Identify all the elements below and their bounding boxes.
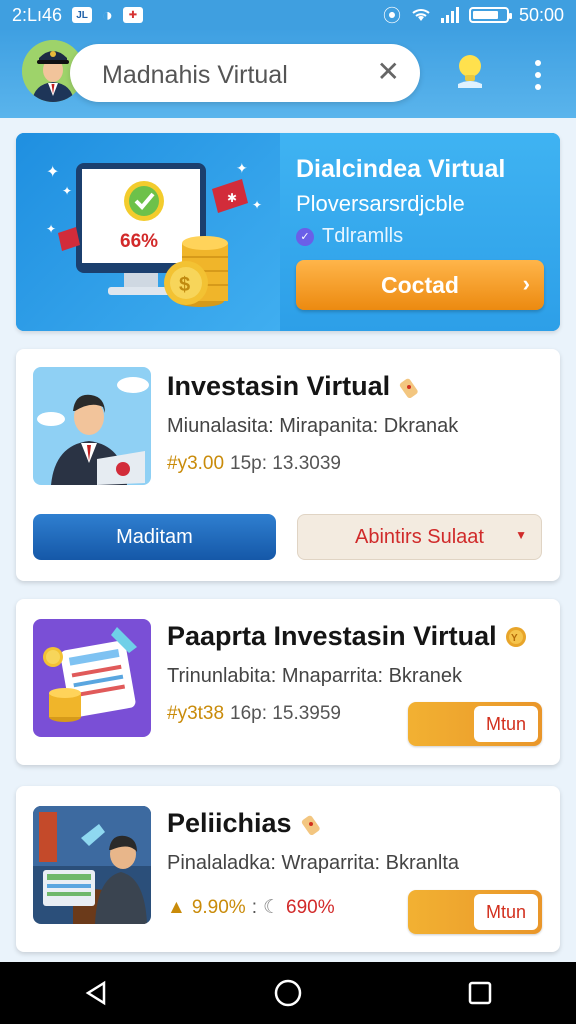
- card-image-trader: [33, 806, 151, 924]
- svg-text:✦: ✦: [62, 184, 72, 198]
- wifi-icon: [412, 9, 430, 21]
- close-icon[interactable]: ✕: [377, 58, 400, 86]
- svg-text:✦: ✦: [46, 164, 59, 181]
- card-stats: ▲ 9.90% : ☾ 690%: [167, 896, 335, 919]
- card-stats: #y3.00 15p: 13.3039: [167, 453, 341, 475]
- card-action-button[interactable]: Mtun: [408, 702, 542, 746]
- search-input[interactable]: Madnahis Virtual: [102, 61, 288, 90]
- card-stat-separator: :: [251, 896, 257, 918]
- back-button[interactable]: [76, 973, 116, 1013]
- card-description: Trinunlabita: Mnaparrita: Bkranek: [167, 665, 462, 687]
- trend-icon: ▲: [167, 896, 186, 918]
- check-badge-icon: ✓: [296, 227, 314, 246]
- card-title: Paaprta Investasin Virtual Y: [167, 621, 527, 652]
- banner-cta-button[interactable]: Coctad ›: [296, 260, 544, 310]
- home-button[interactable]: [268, 973, 308, 1013]
- card-title-text: Peliichias: [167, 808, 292, 838]
- card-primary-button-label: Maditam: [116, 525, 193, 548]
- card-action-button-label: Mtun: [474, 706, 538, 742]
- ticket-badge-icon: [301, 815, 320, 835]
- card-title: Peliichias: [167, 808, 322, 839]
- battery-icon: [468, 7, 512, 23]
- card-stat-secondary: 16p: 15.3959: [230, 703, 341, 724]
- ticket-badge-icon: [399, 378, 418, 398]
- card-image-businessman: [33, 367, 151, 485]
- banner-tag-text: Tdlramlls: [322, 225, 404, 247]
- sync-icon: ◑: [102, 4, 113, 25]
- banner-tag: ✓ Tdlramlls: [296, 225, 403, 248]
- vibrate-icon: ⦿: [382, 6, 401, 26]
- investment-card-2[interactable]: Paaprta Investasin Virtual Y Trinunlabit…: [16, 599, 560, 765]
- investment-card-1[interactable]: Investasin Virtual Miunalasita: Mirapani…: [16, 349, 560, 581]
- investment-card-3[interactable]: Peliichias Pinalaladka: Wraparrita: Bkra…: [16, 786, 560, 952]
- card-stats: #y3t38 16p: 15.3959: [167, 703, 341, 725]
- status-time: 2:Lı46: [12, 4, 63, 25]
- system-nav-bar: [0, 962, 576, 1024]
- card-stat-primary: 9.90%: [191, 896, 246, 918]
- svg-text:✦: ✦: [46, 222, 56, 236]
- crescent-icon: ☾: [262, 897, 281, 918]
- card-title: Investasin Virtual: [167, 371, 420, 402]
- banner-illustration: ✦ ✦ ✦ ✦ ✦ ✱ $ 66%: [16, 133, 280, 331]
- card-secondary-dropdown-label: Abintirs Sulaat: [355, 525, 484, 548]
- signal-icon: [440, 7, 459, 23]
- card-stat-primary: #y3.00: [167, 453, 225, 474]
- app-header: Madnahis Virtual ✕: [0, 30, 576, 118]
- card-secondary-dropdown[interactable]: Abintirs Sulaat ▼: [297, 514, 542, 560]
- caret-down-icon: ▼: [515, 528, 527, 542]
- battery-level: [472, 11, 498, 19]
- more-options-icon[interactable]: [530, 60, 546, 90]
- back-triangle-icon: [85, 980, 106, 1006]
- card-title-text: Investasin Virtual: [167, 371, 391, 401]
- svg-text:$: $: [179, 274, 190, 296]
- svg-text:✱: ✱: [227, 191, 237, 205]
- banner-subtitle: Ploversarsrdjcble: [296, 191, 465, 216]
- card-stat-secondary: 690%: [286, 896, 335, 918]
- status-left: 2:Lı46 JL ◑ ✚: [12, 5, 143, 26]
- banner-title: Dialcindea Virtual: [296, 155, 506, 183]
- businessman-laptop-icon: [33, 367, 151, 485]
- card-action-button-label: Mtun: [474, 894, 538, 930]
- status-bar: 2:Lı46 JL ◑ ✚ ⦿ 50:00: [0, 0, 576, 30]
- card-image-calculator: [33, 619, 151, 737]
- calculator-coins-icon: [33, 619, 151, 737]
- battery-text: 50:00: [518, 4, 564, 25]
- banner-cta-label: Coctad: [381, 271, 459, 298]
- gold-medal-icon: Y: [505, 626, 526, 647]
- svg-text:Y: Y: [511, 633, 518, 644]
- card-stat-primary: #y3t38: [167, 703, 225, 724]
- card-description: Miunalasita: Mirapanita: Dkranak: [167, 415, 459, 437]
- svg-text:✦: ✦: [252, 198, 262, 212]
- banner-percent: 66%: [120, 231, 159, 252]
- svg-text:✦: ✦: [236, 160, 248, 176]
- card-action-button[interactable]: Mtun: [408, 890, 542, 934]
- lightbulb-icon[interactable]: [454, 52, 486, 92]
- card-stat-secondary: 15p: 13.3039: [230, 453, 341, 474]
- notification-icon: JL: [72, 7, 93, 23]
- recents-button[interactable]: [460, 973, 500, 1013]
- card-title-text: Paaprta Investasin Virtual: [167, 621, 497, 651]
- card-description: Pinalaladka: Wraparrita: Bkranlta: [167, 852, 459, 874]
- status-right: ⦿ 50:00: [383, 2, 564, 28]
- chevron-right-icon: ›: [522, 271, 530, 296]
- card-primary-button[interactable]: Maditam: [33, 514, 276, 560]
- app-notification-icon: ✚: [122, 7, 143, 23]
- recents-square-icon: [468, 981, 492, 1005]
- search-bar[interactable]: Madnahis Virtual ✕: [70, 44, 420, 102]
- home-circle-icon: [274, 979, 302, 1007]
- promo-banner[interactable]: ✦ ✦ ✦ ✦ ✦ ✱ $ 66% Dialcindea Virtual Plo…: [16, 133, 560, 331]
- trader-laptop-icon: [33, 806, 151, 924]
